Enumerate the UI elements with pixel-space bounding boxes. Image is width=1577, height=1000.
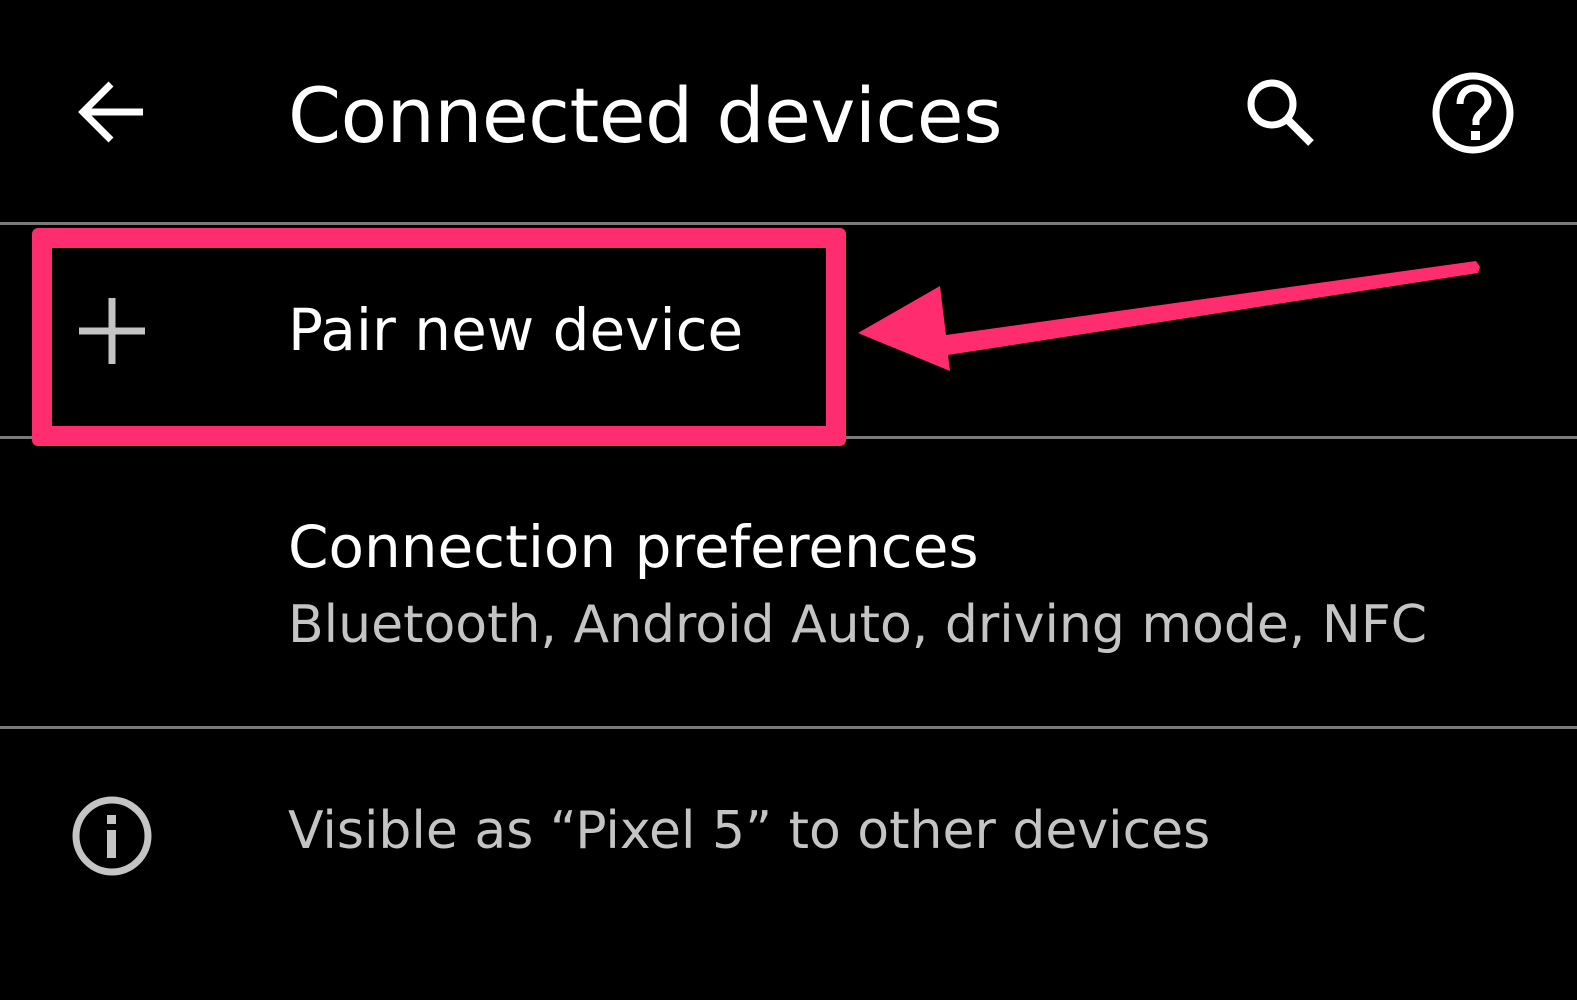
device-visibility-text: Visible as “Pixel 5” to other devices bbox=[288, 801, 1211, 861]
connection-preferences-label: Connection preferences bbox=[288, 513, 979, 581]
divider bbox=[0, 726, 1577, 729]
connection-preferences-item[interactable]: Connection preferences Bluetooth, Androi… bbox=[0, 440, 1577, 725]
info-icon bbox=[66, 790, 158, 882]
top-app-bar: Connected devices bbox=[0, 0, 1577, 222]
divider bbox=[0, 436, 1577, 439]
plus-icon bbox=[66, 293, 158, 369]
pair-new-device-item[interactable]: Pair new device bbox=[0, 225, 1577, 435]
back-button[interactable] bbox=[60, 60, 164, 164]
page-title: Connected devices bbox=[288, 71, 1003, 160]
help-button[interactable] bbox=[1418, 58, 1528, 168]
arrow-back-icon bbox=[78, 81, 143, 143]
search-button[interactable] bbox=[1225, 60, 1335, 164]
search-icon bbox=[1247, 79, 1314, 146]
device-visibility-info: Visible as “Pixel 5” to other devices bbox=[0, 730, 1577, 940]
help-icon bbox=[1432, 72, 1514, 154]
connection-preferences-summary: Bluetooth, Android Auto, driving mode, N… bbox=[288, 595, 1428, 655]
pair-new-device-label: Pair new device bbox=[288, 296, 744, 364]
